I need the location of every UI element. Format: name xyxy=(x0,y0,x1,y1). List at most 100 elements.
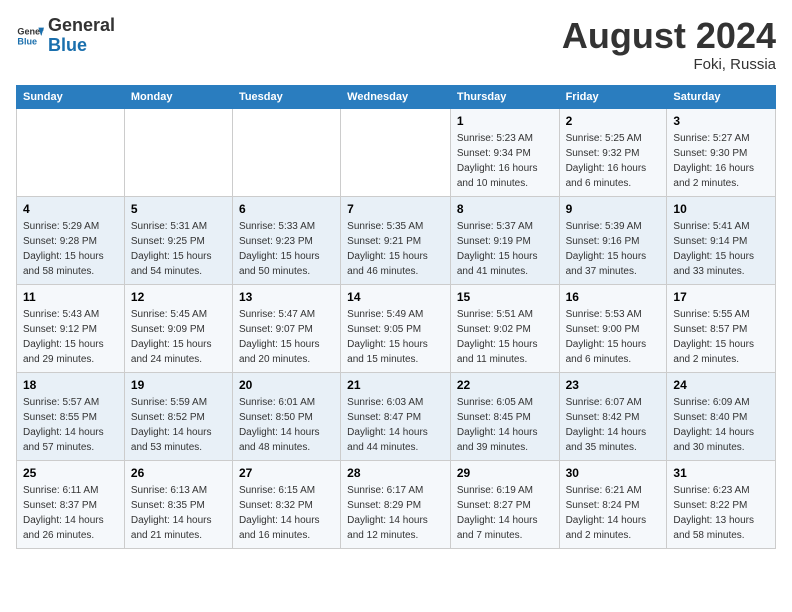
calendar-cell-w3-d7: 17 Sunrise: 5:55 AMSunset: 8:57 PMDayligh… xyxy=(667,284,776,372)
calendar-cell-w4-d6: 23Sunrise: 6:07 AMSunset: 8:42 PMDayligh… xyxy=(559,372,667,460)
day-number: 25 xyxy=(23,466,118,480)
day-info: Sunrise: 6:11 AMSunset: 8:37 PMDaylight:… xyxy=(23,483,118,543)
day-info: Sunrise: 6:21 AMSunset: 8:24 PMDaylight:… xyxy=(566,483,661,543)
calendar-cell-w4-d2: 19 Sunrise: 5:59 AMSunset: 8:52 PMDayligh… xyxy=(124,372,232,460)
logo: General Blue GeneralBlue xyxy=(16,16,115,56)
day-info: Sunrise: 5:35 AMSunset: 9:21 PMDaylight:… xyxy=(347,219,444,279)
day-number: 11 xyxy=(23,290,118,304)
calendar-cell-w5-d2: 26Sunrise: 6:13 AMSunset: 8:35 PMDayligh… xyxy=(124,460,232,548)
calendar-week-2: 4 Sunrise: 5:29 AMSunset: 9:28 PMDaylight… xyxy=(17,196,776,284)
day-number: 8 xyxy=(457,202,553,216)
calendar-cell-w5-d3: 27 Sunrise: 6:15 AMSunset: 8:32 PMDayligh… xyxy=(232,460,340,548)
day-info: Sunrise: 5:33 AMSunset: 9:23 PMDaylight:… xyxy=(239,219,334,279)
day-number: 6 xyxy=(239,202,334,216)
calendar-cell-w5-d5: 29 Sunrise: 6:19 AMSunset: 8:27 PMDayligh… xyxy=(450,460,559,548)
calendar-cell-w3-d6: 16Sunrise: 5:53 AMSunset: 9:00 PMDayligh… xyxy=(559,284,667,372)
day-info: Sunrise: 5:23 AMSunset: 9:34 PMDaylight:… xyxy=(457,131,553,191)
calendar-cell-w3-d5: 15 Sunrise: 5:51 AMSunset: 9:02 PMDayligh… xyxy=(450,284,559,372)
calendar-week-3: 11 Sunrise: 5:43 AMSunset: 9:12 PMDayligh… xyxy=(17,284,776,372)
calendar-cell-w4-d1: 18Sunrise: 5:57 AMSunset: 8:55 PMDayligh… xyxy=(17,372,125,460)
calendar-cell-w4-d5: 22 Sunrise: 6:05 AMSunset: 8:45 PMDayligh… xyxy=(450,372,559,460)
day-info: Sunrise: 6:01 AMSunset: 8:50 PMDaylight:… xyxy=(239,395,334,455)
day-number: 17 xyxy=(673,290,769,304)
day-number: 7 xyxy=(347,202,444,216)
calendar-cell-w3-d2: 12Sunrise: 5:45 AMSunset: 9:09 PMDayligh… xyxy=(124,284,232,372)
calendar-cell-w5-d1: 25 Sunrise: 6:11 AMSunset: 8:37 PMDayligh… xyxy=(17,460,125,548)
location-text: Foki, Russia xyxy=(562,56,776,73)
calendar-cell-w1-d6: 2Sunrise: 5:25 AMSunset: 9:32 PMDaylight… xyxy=(559,108,667,196)
day-number: 15 xyxy=(457,290,553,304)
day-info: Sunrise: 5:39 AMSunset: 9:16 PMDaylight:… xyxy=(566,219,661,279)
calendar-body: 1 Sunrise: 5:23 AMSunset: 9:34 PMDaylight… xyxy=(17,108,776,548)
day-info: Sunrise: 6:07 AMSunset: 8:42 PMDaylight:… xyxy=(566,395,661,455)
day-number: 2 xyxy=(566,114,661,128)
day-info: Sunrise: 6:15 AMSunset: 8:32 PMDaylight:… xyxy=(239,483,334,543)
calendar-cell-w4-d3: 20Sunrise: 6:01 AMSunset: 8:50 PMDayligh… xyxy=(232,372,340,460)
calendar-cell-w5-d4: 28 Sunrise: 6:17 AMSunset: 8:29 PMDayligh… xyxy=(341,460,451,548)
calendar-cell-w2-d2: 5 Sunrise: 5:31 AMSunset: 9:25 PMDaylight… xyxy=(124,196,232,284)
day-number: 3 xyxy=(673,114,769,128)
day-info: Sunrise: 5:27 AMSunset: 9:30 PMDaylight:… xyxy=(673,131,769,191)
day-number: 28 xyxy=(347,466,444,480)
day-info: Sunrise: 5:37 AMSunset: 9:19 PMDaylight:… xyxy=(457,219,553,279)
day-info: Sunrise: 5:45 AMSunset: 9:09 PMDaylight:… xyxy=(131,307,226,367)
day-number: 18 xyxy=(23,378,118,392)
day-number: 13 xyxy=(239,290,334,304)
calendar-cell-w1-d7: 3 Sunrise: 5:27 AMSunset: 9:30 PMDaylight… xyxy=(667,108,776,196)
calendar-week-5: 25 Sunrise: 6:11 AMSunset: 8:37 PMDayligh… xyxy=(17,460,776,548)
calendar-cell-w2-d5: 8 Sunrise: 5:37 AMSunset: 9:19 PMDaylight… xyxy=(450,196,559,284)
calendar-cell-w2-d6: 9Sunrise: 5:39 AMSunset: 9:16 PMDaylight… xyxy=(559,196,667,284)
calendar-cell-w1-d2 xyxy=(124,108,232,196)
day-number: 4 xyxy=(23,202,118,216)
day-number: 31 xyxy=(673,466,769,480)
day-info: Sunrise: 6:09 AMSunset: 8:40 PMDaylight:… xyxy=(673,395,769,455)
calendar-header-row: Sunday Monday Tuesday Wednesday Thursday… xyxy=(17,85,776,108)
day-number: 27 xyxy=(239,466,334,480)
calendar-cell-w1-d5: 1 Sunrise: 5:23 AMSunset: 9:34 PMDaylight… xyxy=(450,108,559,196)
calendar-cell-w4-d4: 21Sunrise: 6:03 AMSunset: 8:47 PMDayligh… xyxy=(341,372,451,460)
day-number: 22 xyxy=(457,378,553,392)
day-number: 14 xyxy=(347,290,444,304)
day-info: Sunrise: 6:17 AMSunset: 8:29 PMDaylight:… xyxy=(347,483,444,543)
day-info: Sunrise: 5:43 AMSunset: 9:12 PMDaylight:… xyxy=(23,307,118,367)
header-tuesday: Tuesday xyxy=(232,85,340,108)
calendar-cell-w2-d3: 6 Sunrise: 5:33 AMSunset: 9:23 PMDaylight… xyxy=(232,196,340,284)
day-info: Sunrise: 6:19 AMSunset: 8:27 PMDaylight:… xyxy=(457,483,553,543)
day-number: 29 xyxy=(457,466,553,480)
header-sunday: Sunday xyxy=(17,85,125,108)
calendar-cell-w2-d4: 7 Sunrise: 5:35 AMSunset: 9:21 PMDaylight… xyxy=(341,196,451,284)
day-number: 30 xyxy=(566,466,661,480)
header-saturday: Saturday xyxy=(667,85,776,108)
calendar-week-4: 18Sunrise: 5:57 AMSunset: 8:55 PMDayligh… xyxy=(17,372,776,460)
calendar-cell-w1-d3 xyxy=(232,108,340,196)
day-number: 5 xyxy=(131,202,226,216)
day-info: Sunrise: 5:47 AMSunset: 9:07 PMDaylight:… xyxy=(239,307,334,367)
day-info: Sunrise: 6:03 AMSunset: 8:47 PMDaylight:… xyxy=(347,395,444,455)
calendar-cell-w2-d7: 10 Sunrise: 5:41 AMSunset: 9:14 PMDayligh… xyxy=(667,196,776,284)
day-info: Sunrise: 5:51 AMSunset: 9:02 PMDaylight:… xyxy=(457,307,553,367)
day-info: Sunrise: 5:31 AMSunset: 9:25 PMDaylight:… xyxy=(131,219,226,279)
day-number: 10 xyxy=(673,202,769,216)
day-info: Sunrise: 5:59 AMSunset: 8:52 PMDaylight:… xyxy=(131,395,226,455)
day-number: 26 xyxy=(131,466,226,480)
day-info: Sunrise: 5:53 AMSunset: 9:00 PMDaylight:… xyxy=(566,307,661,367)
svg-text:Blue: Blue xyxy=(17,36,37,46)
calendar-cell-w1-d4 xyxy=(341,108,451,196)
calendar-cell-w5-d6: 30 Sunrise: 6:21 AMSunset: 8:24 PMDayligh… xyxy=(559,460,667,548)
calendar-cell-w4-d7: 24Sunrise: 6:09 AMSunset: 8:40 PMDayligh… xyxy=(667,372,776,460)
title-block: August 2024 Foki, Russia xyxy=(562,16,776,73)
calendar-cell-w3-d1: 11 Sunrise: 5:43 AMSunset: 9:12 PMDayligh… xyxy=(17,284,125,372)
day-info: Sunrise: 6:23 AMSunset: 8:22 PMDaylight:… xyxy=(673,483,769,543)
header-monday: Monday xyxy=(124,85,232,108)
day-number: 1 xyxy=(457,114,553,128)
day-info: Sunrise: 5:49 AMSunset: 9:05 PMDaylight:… xyxy=(347,307,444,367)
day-info: Sunrise: 5:55 AMSunset: 8:57 PMDaylight:… xyxy=(673,307,769,367)
day-number: 19 xyxy=(131,378,226,392)
day-info: Sunrise: 5:41 AMSunset: 9:14 PMDaylight:… xyxy=(673,219,769,279)
day-info: Sunrise: 6:05 AMSunset: 8:45 PMDaylight:… xyxy=(457,395,553,455)
calendar-week-1: 1 Sunrise: 5:23 AMSunset: 9:34 PMDaylight… xyxy=(17,108,776,196)
day-info: Sunrise: 5:29 AMSunset: 9:28 PMDaylight:… xyxy=(23,219,118,279)
page-header: General Blue GeneralBlue August 2024 Fok… xyxy=(16,16,776,73)
calendar-cell-w5-d7: 31 Sunrise: 6:23 AMSunset: 8:22 PMDayligh… xyxy=(667,460,776,548)
calendar-cell-w3-d4: 14 Sunrise: 5:49 AMSunset: 9:05 PMDayligh… xyxy=(341,284,451,372)
